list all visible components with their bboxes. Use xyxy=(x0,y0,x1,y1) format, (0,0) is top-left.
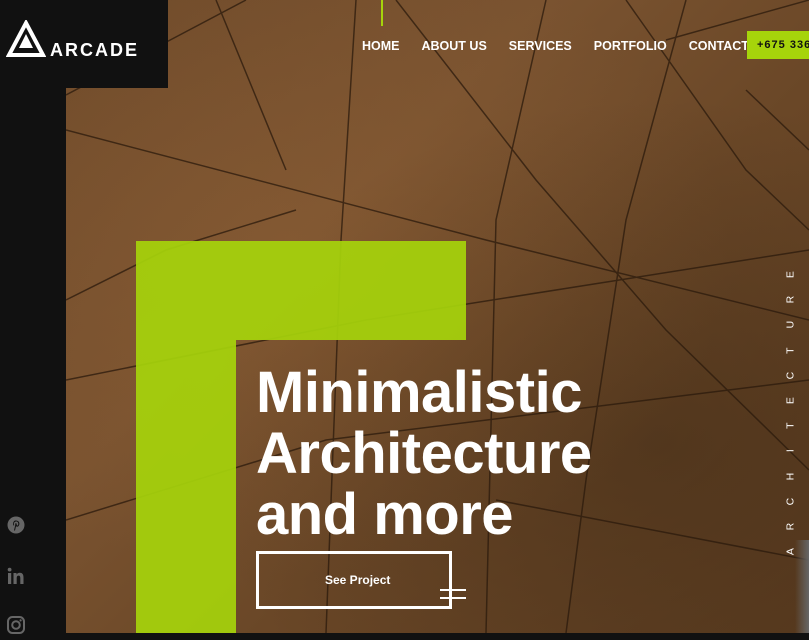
accent-block-vertical xyxy=(136,340,236,633)
nav-contact[interactable]: CONTACT xyxy=(689,39,749,53)
accent-block-horizontal xyxy=(136,241,466,340)
logo[interactable]: ARCADE xyxy=(0,0,168,88)
see-project-label: See Project xyxy=(325,573,391,587)
see-project-button[interactable]: See Project xyxy=(256,551,452,609)
nav-about-us[interactable]: ABOUT US xyxy=(422,39,487,53)
instagram-link[interactable] xyxy=(6,615,26,635)
linkedin-icon xyxy=(7,567,24,584)
nav-portfolio[interactable]: PORTFOLIO xyxy=(594,39,667,53)
vertical-label-text: ERUTCETIHCRA xyxy=(784,271,797,556)
nav-services[interactable]: SERVICES xyxy=(509,39,572,53)
nav-home[interactable]: HOME xyxy=(362,39,400,53)
headline-line-3: and more xyxy=(256,482,514,547)
pinterest-icon xyxy=(7,516,25,534)
left-sidebar xyxy=(0,0,66,633)
phone-button[interactable]: +675 336 xyxy=(747,31,809,59)
accent-line xyxy=(381,0,383,26)
main-nav: HOME ABOUT US SERVICES PORTFOLIO CONTACT xyxy=(362,39,771,53)
menu-lines-icon xyxy=(440,589,466,601)
instagram-icon xyxy=(7,616,25,634)
headline-line-1: Minimalistic xyxy=(256,360,582,425)
pinterest-link[interactable] xyxy=(6,515,26,535)
side-image-edge xyxy=(795,540,809,633)
brand-name: ARCADE xyxy=(50,40,140,60)
headline-line-2: Architecture xyxy=(256,421,592,486)
triangle-logo-icon xyxy=(6,20,46,57)
hero-headline: Minimalistic Architecture and more xyxy=(256,362,592,545)
linkedin-link[interactable] xyxy=(6,566,26,586)
vertical-label: ERUTCETIHCRA xyxy=(784,262,798,564)
